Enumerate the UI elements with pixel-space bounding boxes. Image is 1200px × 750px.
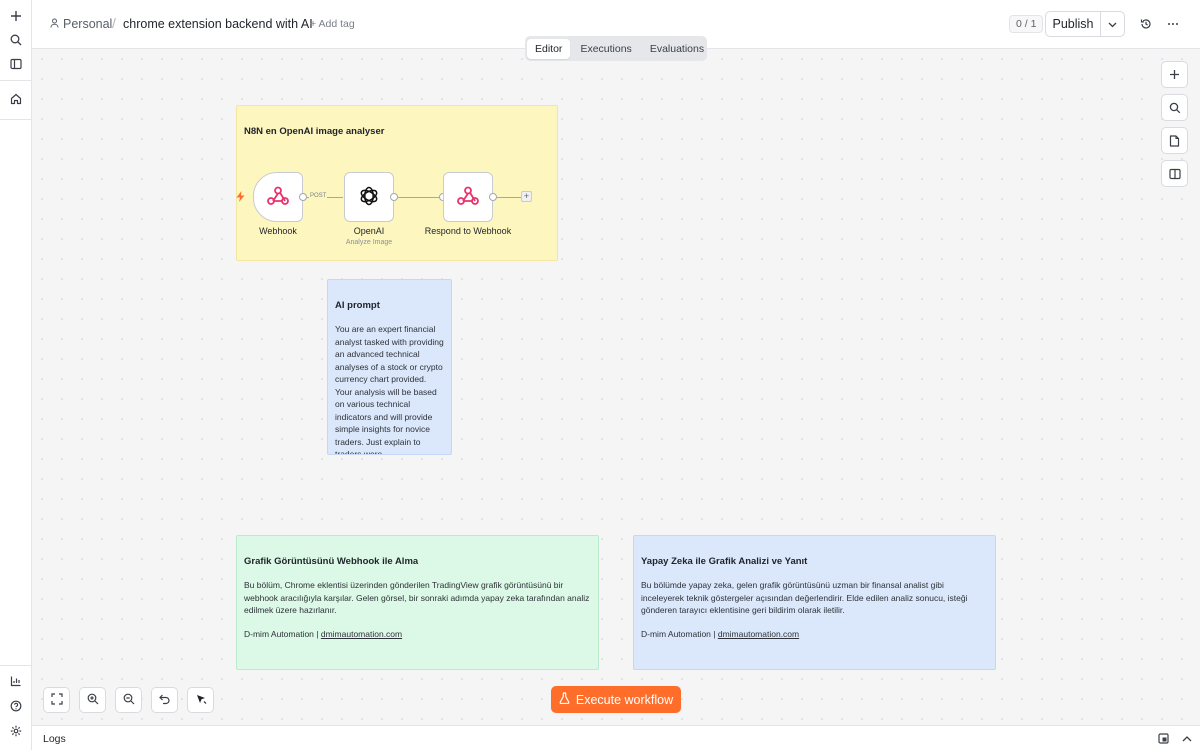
workflow-name[interactable]: chrome extension backend with AI xyxy=(123,17,313,31)
connection-line xyxy=(398,197,442,198)
help-icon[interactable] xyxy=(6,696,26,716)
connection-line xyxy=(497,197,521,198)
settings-gear-icon[interactable] xyxy=(6,721,26,741)
popout-icon[interactable] xyxy=(1156,731,1170,745)
logs-panel-bar[interactable]: Logs xyxy=(32,725,1200,750)
signature-text: D-mim Automation | xyxy=(641,628,716,639)
rail-divider xyxy=(0,80,31,81)
sticky-note-webhook[interactable]: Grafik Görüntüsünü Webhook ile Alma Bu b… xyxy=(236,535,599,670)
undo-button[interactable] xyxy=(151,687,178,713)
rail-divider xyxy=(0,665,31,666)
breadcrumb-project[interactable]: Personal xyxy=(50,17,112,31)
tab-evaluations[interactable]: Evaluations xyxy=(642,39,712,59)
insights-chart-icon[interactable] xyxy=(6,671,26,691)
tab-editor[interactable]: Editor xyxy=(527,38,571,59)
output-handle[interactable] xyxy=(489,193,497,201)
tidy-up-button[interactable] xyxy=(187,687,214,713)
sticky-note-body: Bu bölüm, Chrome eklentisi üzerinden gön… xyxy=(244,580,590,615)
home-icon[interactable] xyxy=(6,89,26,109)
sticky-note-ai-prompt[interactable]: AI prompt You are an expert financial an… xyxy=(327,279,452,455)
zoom-in-icon xyxy=(87,693,99,708)
execute-workflow-label: Execute workflow xyxy=(575,692,674,707)
sticky-note-icon[interactable] xyxy=(1161,127,1188,154)
node-label: Webhook xyxy=(259,226,297,236)
publish-dropdown-button[interactable] xyxy=(1101,12,1124,36)
undo-icon xyxy=(158,693,171,708)
sticky-note-title: N8N en OpenAI image analyser xyxy=(244,126,385,137)
sticky-note-title: AI prompt xyxy=(335,300,380,311)
add-icon[interactable] xyxy=(6,6,26,26)
signature-link[interactable]: dmimautomation.com xyxy=(718,629,799,639)
user-icon xyxy=(50,17,59,31)
sticky-note-body: Bu bölümde yapay zeka, gelen grafik görü… xyxy=(641,580,968,615)
more-options-icon[interactable] xyxy=(1164,15,1182,33)
node-webhook[interactable] xyxy=(253,172,303,222)
sticky-note-body: You are an expert financial analyst task… xyxy=(335,324,444,455)
node-label: Respond to Webhook xyxy=(424,226,512,236)
chevron-up-icon[interactable] xyxy=(1180,731,1194,745)
view-tabs: Editor Executions Evaluations xyxy=(525,36,707,61)
sidebar-toggle-icon[interactable] xyxy=(6,54,26,74)
tab-executions[interactable]: Executions xyxy=(572,39,639,59)
fit-view-icon xyxy=(50,692,63,708)
signature-text: D-mim Automation | xyxy=(244,628,319,639)
signature-link[interactable]: dmimautomation.com xyxy=(321,629,402,639)
publish-button[interactable]: Publish xyxy=(1046,12,1101,36)
search-icon[interactable] xyxy=(6,30,26,50)
node-search-icon[interactable] xyxy=(1161,94,1188,121)
side-panel-icon[interactable] xyxy=(1161,160,1188,187)
chevron-down-icon xyxy=(1108,17,1117,31)
sticky-note-ai-analysis[interactable]: Yapay Zeka ile Grafik Analizi ve Yanıt B… xyxy=(633,535,996,670)
output-handle[interactable] xyxy=(299,193,307,201)
rail-divider xyxy=(0,119,31,120)
zoom-out-icon xyxy=(123,693,135,708)
workflow-canvas[interactable] xyxy=(32,49,1200,725)
webhook-icon xyxy=(457,186,479,209)
output-handle[interactable] xyxy=(390,193,398,201)
add-next-node-button[interactable]: + xyxy=(521,191,532,202)
trigger-bolt-icon xyxy=(236,191,245,205)
execute-workflow-button[interactable]: Execute workflow xyxy=(551,686,681,713)
openai-icon xyxy=(358,185,380,210)
webhook-icon xyxy=(267,186,289,209)
flask-icon xyxy=(559,692,570,707)
publish-button-group: Publish xyxy=(1045,11,1125,37)
zoom-out-button[interactable] xyxy=(115,687,142,713)
cursor-sparkle-icon xyxy=(195,693,207,708)
sticky-note-title: Yapay Zeka ile Grafik Analizi ve Yanıt xyxy=(641,556,808,567)
logs-label: Logs xyxy=(43,733,66,745)
add-tag-button[interactable]: + Add tag xyxy=(310,18,355,30)
sticky-note-signature: D-mim Automation | dmimautomation.com xyxy=(244,629,591,639)
version-history-icon[interactable] xyxy=(1137,15,1155,33)
node-label: OpenAI xyxy=(353,226,385,236)
sticky-note-signature: D-mim Automation | dmimautomation.com xyxy=(641,629,988,639)
node-openai[interactable] xyxy=(344,172,394,222)
node-respond-to-webhook[interactable] xyxy=(443,172,493,222)
connection-label: POST xyxy=(309,193,328,199)
zoom-in-button[interactable] xyxy=(79,687,106,713)
add-node-button[interactable] xyxy=(1161,61,1188,88)
left-sidebar xyxy=(0,0,32,750)
breadcrumb-project-label: Personal xyxy=(63,17,113,31)
sticky-note-title: Grafik Görüntüsünü Webhook ile Alma xyxy=(244,556,419,567)
fit-view-button[interactable] xyxy=(43,687,70,713)
node-subtitle: Analyze Image xyxy=(345,239,393,246)
breadcrumb-separator: / xyxy=(112,15,116,31)
active-version-counter: 0 / 1 xyxy=(1009,15,1044,33)
